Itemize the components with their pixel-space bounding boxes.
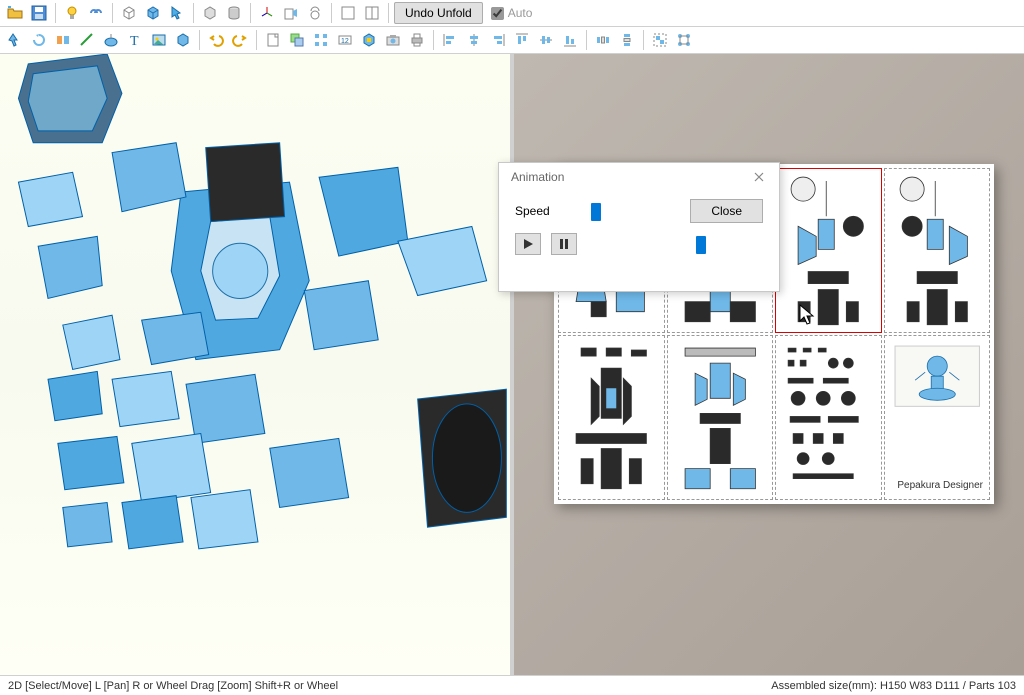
svg-text:T: T — [130, 34, 139, 48]
viewport-3d[interactable] — [0, 54, 510, 675]
progress-slider-thumb[interactable] — [696, 236, 706, 254]
link-button[interactable] — [85, 2, 107, 24]
hint-button[interactable] — [61, 2, 83, 24]
page-thumbnail[interactable] — [775, 335, 882, 500]
dialog-close-button[interactable] — [747, 167, 771, 187]
toolbar-primary: Undo Unfold Auto — [0, 0, 1024, 27]
progress-slider[interactable] — [587, 236, 763, 252]
loop-button[interactable] — [304, 2, 326, 24]
viewport-2d[interactable]: Pepakura Designer — [514, 54, 1024, 675]
axis-button[interactable] — [256, 2, 278, 24]
save-button[interactable] — [28, 2, 50, 24]
dialog-titlebar[interactable]: Animation — [499, 163, 779, 191]
edge-tool-button[interactable] — [76, 29, 98, 51]
window-single-button[interactable] — [337, 2, 359, 24]
window-split-button[interactable] — [361, 2, 383, 24]
block-tool-button[interactable] — [172, 29, 194, 51]
box-button[interactable] — [199, 2, 221, 24]
align-right-button[interactable] — [487, 29, 509, 51]
animation-dialog[interactable]: Animation Speed Close — [498, 162, 780, 292]
open-button[interactable] — [4, 2, 26, 24]
page-button[interactable] — [262, 29, 284, 51]
distribute-v-button[interactable] — [616, 29, 638, 51]
statusbar: 2D [Select/Move] L [Pan] R or Wheel Drag… — [0, 675, 1024, 695]
speed-slider-thumb[interactable] — [591, 203, 601, 221]
page-thumbnail[interactable] — [667, 335, 774, 500]
edge-id-button[interactable]: 12 — [334, 29, 356, 51]
flap-tool-button[interactable] — [52, 29, 74, 51]
page-thumbnail[interactable]: Pepakura Designer — [884, 335, 991, 500]
svg-text:12: 12 — [341, 38, 349, 45]
close-button[interactable]: Close — [690, 199, 763, 223]
page-thumbnail[interactable] — [775, 168, 882, 333]
auto-label: Auto — [508, 6, 533, 20]
close-icon — [754, 172, 764, 182]
capture-button[interactable] — [382, 29, 404, 51]
main-area: Pepakura Designer Animation Speed Close — [0, 54, 1024, 675]
auto-checkbox-label[interactable]: Auto — [491, 6, 533, 20]
print-button[interactable] — [406, 29, 428, 51]
cube-solid-button[interactable] — [142, 2, 164, 24]
color-tool-button[interactable] — [100, 29, 122, 51]
overlap-button[interactable] — [286, 29, 308, 51]
align-bottom-button[interactable] — [559, 29, 581, 51]
page-thumbnail[interactable] — [884, 168, 991, 333]
group-button[interactable] — [649, 29, 671, 51]
speed-slider[interactable] — [575, 203, 680, 219]
play-icon — [523, 238, 533, 250]
redo-button[interactable] — [229, 29, 251, 51]
picture-tool-button[interactable] — [148, 29, 170, 51]
status-right: Assembled size(mm): H150 W83 D111 / Part… — [771, 680, 1016, 692]
play-button[interactable] — [515, 233, 541, 255]
ungroup-button[interactable] — [673, 29, 695, 51]
model-3d — [0, 54, 510, 675]
texture-button[interactable] — [358, 29, 380, 51]
align-top-button[interactable] — [511, 29, 533, 51]
align-center-v-button[interactable] — [535, 29, 557, 51]
status-left: 2D [Select/Move] L [Pan] R or Wheel Drag… — [8, 680, 338, 692]
distribute-h-button[interactable] — [592, 29, 614, 51]
speed-label: Speed — [515, 204, 565, 218]
pause-icon — [559, 238, 569, 250]
pointer-button[interactable] — [166, 2, 188, 24]
text-tool-button[interactable]: T — [124, 29, 146, 51]
select-tool-button[interactable] — [4, 29, 26, 51]
rotate-tool-button[interactable] — [28, 29, 50, 51]
page-thumbnail[interactable] — [558, 335, 665, 500]
undo-unfold-button[interactable]: Undo Unfold — [394, 2, 483, 24]
pause-button[interactable] — [551, 233, 577, 255]
undo-button[interactable] — [205, 29, 227, 51]
toolbar-secondary: T 12 — [0, 27, 1024, 54]
cylinder-button[interactable] — [223, 2, 245, 24]
dialog-title: Animation — [511, 170, 564, 184]
align-left-button[interactable] — [439, 29, 461, 51]
page-label: Pepakura Designer — [897, 480, 983, 491]
cube-wire-button[interactable] — [118, 2, 140, 24]
export-button[interactable] — [280, 2, 302, 24]
align-center-h-button[interactable] — [463, 29, 485, 51]
arrange-button[interactable] — [310, 29, 332, 51]
auto-checkbox[interactable] — [491, 7, 504, 20]
